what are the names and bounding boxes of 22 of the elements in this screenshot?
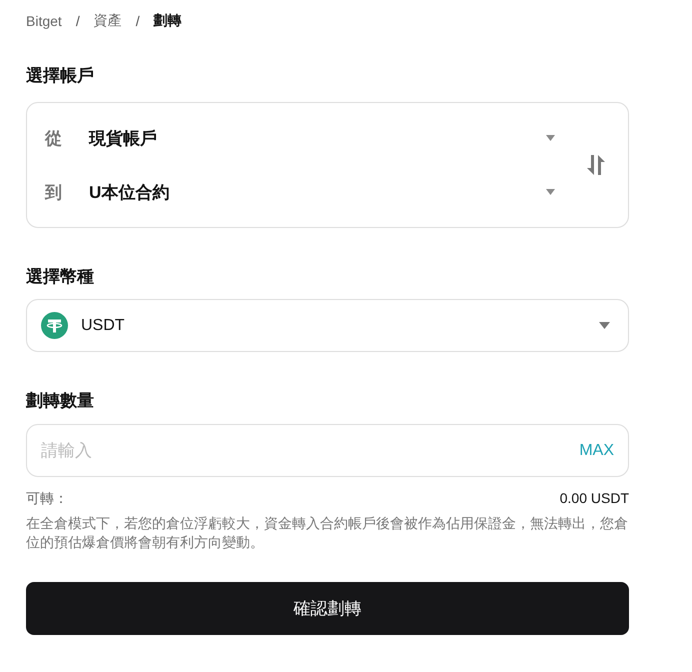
account-label: 從: [44, 128, 63, 150]
coin-select[interactable]: USDT: [26, 299, 629, 352]
caret-icon: [546, 135, 555, 141]
available-label: 可轉：: [26, 489, 68, 508]
account-select[interactable]: 現貨帳戶: [89, 126, 559, 150]
breadcrumb-separator: /: [76, 13, 80, 29]
account-select[interactable]: U本位合約: [89, 180, 559, 204]
breadcrumb-item: 劃轉: [154, 12, 182, 30]
breadcrumb-item[interactable]: 資產: [94, 12, 122, 30]
swap-icon[interactable]: [586, 153, 606, 177]
account-label: 到: [44, 182, 63, 204]
coin-icon: [41, 312, 68, 339]
section-title: 劃轉數量: [26, 390, 95, 412]
breadcrumb-separator: /: [136, 13, 140, 29]
available-value: 0.00 USDT: [560, 489, 629, 508]
note-text: 在全倉模式下，若您的倉位浮虧較大，資金轉入合約帳戶後會被作為佔用保證金，無法轉出，您倉位的預估爆倉價將會朝有利方向變動。: [26, 514, 629, 552]
caret-icon: [546, 189, 555, 195]
caret-icon: [599, 322, 610, 329]
confirm-button[interactable]: 確認劃轉: [26, 582, 629, 635]
section-title: 選擇幣種: [26, 266, 95, 288]
section-title: 選擇帳戶: [26, 65, 95, 87]
breadcrumb-item[interactable]: Bitget: [26, 13, 62, 29]
